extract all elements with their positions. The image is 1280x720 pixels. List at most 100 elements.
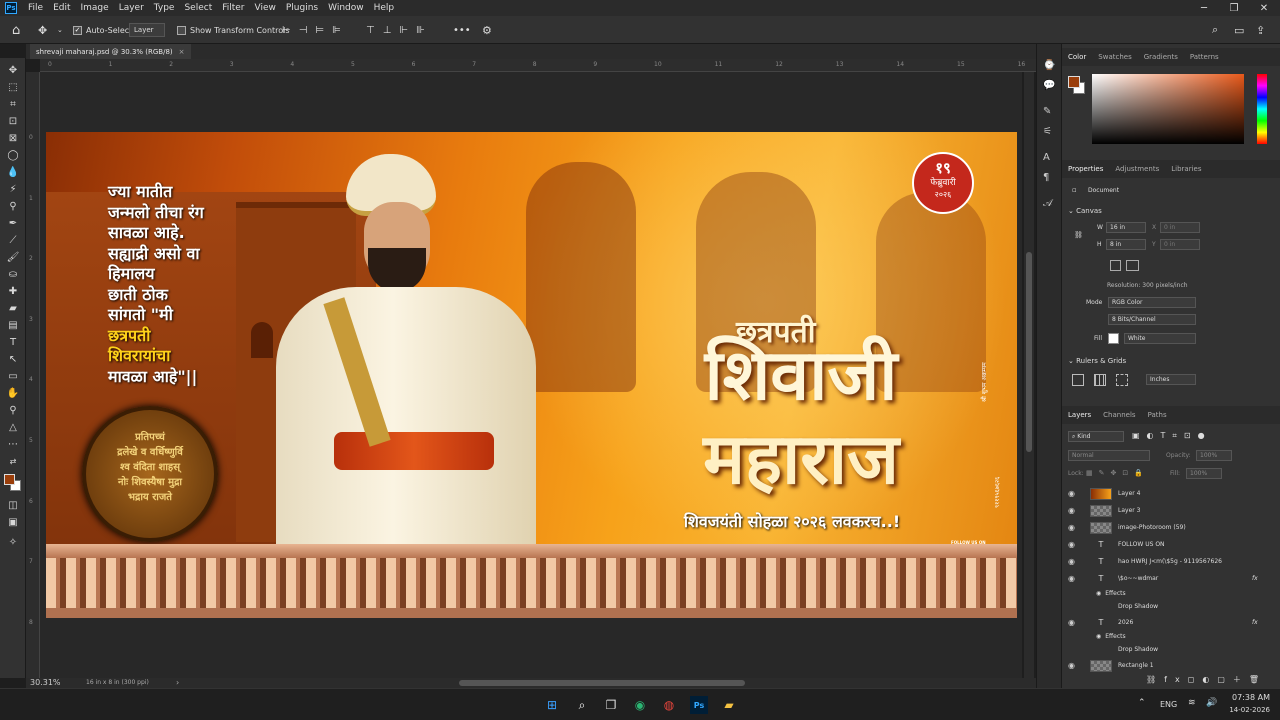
history-icon[interactable]: ⌚ (1043, 60, 1055, 71)
tab-properties[interactable]: Properties (1062, 165, 1109, 173)
zoom-level[interactable]: 30.31% (30, 678, 61, 687)
eyedropper-tool-icon[interactable]: ⟋ (5, 233, 21, 247)
wifi-icon[interactable]: ≋ (1188, 698, 1196, 708)
layer-filter-kind[interactable]: ⌕ Kind (1068, 431, 1124, 442)
foreground-color-swatch[interactable] (4, 474, 15, 485)
layer-row[interactable]: ◉ T FOLLOW US ON (1062, 536, 1272, 553)
align-buttons[interactable]: ⊢⊣⊨⊫ (282, 16, 349, 44)
effects-eye-icon[interactable]: ◉ (1096, 633, 1101, 640)
photoshop-logo[interactable]: Ps (5, 2, 17, 14)
brush-settings-icon[interactable]: ✎ (1043, 106, 1051, 117)
triangle-tool-icon[interactable]: △ (5, 420, 21, 434)
magic-wand-tool-icon[interactable]: ⚡ (5, 182, 21, 196)
tab-paths[interactable]: Paths (1142, 411, 1173, 419)
menu-filter[interactable]: Filter (217, 3, 249, 13)
height-field[interactable]: 8 in (1106, 239, 1146, 250)
clone-stamp-tool-icon[interactable]: ⛀ (5, 267, 21, 281)
status-expand-icon[interactable]: › (176, 678, 179, 687)
tray-chevron-icon[interactable]: ⌃ (1138, 698, 1146, 708)
screen-mode-icon[interactable]: ▣ (5, 515, 21, 529)
rulers-grids-header[interactable]: ⌄ Rulers & Grids (1068, 357, 1126, 365)
menu-file[interactable]: File (23, 3, 48, 13)
eraser-tool-icon[interactable]: ▰ (5, 301, 21, 315)
landscape-icon[interactable] (1126, 260, 1139, 271)
comments-icon[interactable]: 💬 (1043, 80, 1055, 91)
fx-icon[interactable]: fx (1252, 575, 1258, 582)
menu-type[interactable]: Type (149, 3, 180, 13)
menu-help[interactable]: Help (369, 3, 400, 13)
language-indicator[interactable]: ENG (1160, 700, 1177, 709)
pen-tool-icon[interactable]: ✒ (5, 216, 21, 230)
zoom-tool-icon[interactable]: ⚲ (5, 403, 21, 417)
marquee-tool-icon[interactable]: ⬚ (5, 80, 21, 94)
photoshop-taskbar-icon[interactable]: Ps (690, 696, 708, 714)
menu-layer[interactable]: Layer (114, 3, 149, 13)
artwork-canvas[interactable]: ज्या मातीत जन्मलो तीचा रंग सावळा आहे. सह… (46, 132, 1017, 618)
layer-row[interactable]: ◉ Rectangle 1 (1062, 657, 1272, 674)
dodge-tool-icon[interactable]: ⚲ (5, 199, 21, 213)
fill-dropdown[interactable]: White (1124, 333, 1196, 344)
lasso-tool-icon[interactable]: ◯ (5, 148, 21, 162)
foreground-swatch[interactable] (1068, 76, 1080, 88)
opacity-field[interactable]: 100% (1196, 450, 1232, 461)
blend-mode-dropdown[interactable]: Normal (1068, 450, 1150, 461)
menu-plugins[interactable]: Plugins (281, 3, 323, 13)
edge-icon[interactable]: ◉ (631, 696, 649, 714)
tool-preset-chevron-icon[interactable]: ⌄ (57, 16, 63, 44)
vertical-scrollbar[interactable] (1024, 72, 1034, 678)
eye-icon[interactable]: ◉ (1068, 523, 1080, 532)
search-icon[interactable]: ⌕ (1212, 16, 1218, 44)
eye-icon[interactable]: ◉ (1068, 661, 1080, 670)
eye-icon[interactable]: ◉ (1068, 540, 1080, 549)
eye-icon[interactable]: ◉ (1068, 618, 1080, 627)
ruler-toggle-icon[interactable] (1072, 374, 1084, 386)
fill-color-swatch[interactable] (1108, 333, 1119, 344)
restore-icon[interactable]: ❐ (1220, 0, 1248, 16)
color-picker-field[interactable] (1092, 74, 1244, 144)
character-icon[interactable]: A (1043, 152, 1050, 163)
units-dropdown[interactable]: Inches (1146, 374, 1196, 385)
layer-filter-icons[interactable]: ▣◐T⌗⊡● (1132, 431, 1212, 441)
close-tab-icon[interactable]: × (179, 48, 185, 56)
chrome-icon[interactable]: ◍ (660, 696, 678, 714)
tab-channels[interactable]: Channels (1097, 411, 1141, 419)
layer-row[interactable]: ◉ Thao HWRJ J<m(\$5g - 9119567626 (1062, 553, 1272, 570)
adjustments-icon[interactable]: ⚟ (1043, 126, 1052, 137)
share-icon[interactable]: ⇪ (1256, 16, 1265, 44)
bits-dropdown[interactable]: 8 Bits/Channel (1108, 314, 1196, 325)
object-select-tool-icon[interactable]: ⊡ (5, 114, 21, 128)
eye-icon[interactable]: ◉ (1068, 557, 1080, 566)
search-icon[interactable]: ⌕ (573, 696, 591, 714)
more-options-button[interactable]: ••• (453, 16, 471, 44)
healing-brush-tool-icon[interactable]: ✚ (5, 284, 21, 298)
more-tools-icon[interactable]: ⋯ (5, 437, 21, 451)
fill-pct-field[interactable]: 100% (1186, 468, 1222, 479)
clock-date[interactable]: 14-02-2026 (1220, 706, 1270, 714)
layer-row[interactable]: ◉ Layer 3 (1062, 502, 1272, 519)
document-info[interactable]: 16 in x 8 in (300 ppi) (86, 679, 149, 686)
move-tool-icon[interactable]: ✥ (5, 63, 21, 77)
hand-tool-icon[interactable]: ✋ (5, 386, 21, 400)
show-transform-checkbox[interactable]: Show Transform Controls (177, 16, 290, 44)
layer-row[interactable]: ◉ Layer 4 (1062, 485, 1272, 502)
hue-slider[interactable] (1257, 74, 1267, 144)
tab-color[interactable]: Color (1062, 53, 1092, 61)
home-icon[interactable]: ⌂ (12, 16, 20, 44)
menu-view[interactable]: View (250, 3, 281, 13)
task-view-icon[interactable]: ❐ (602, 696, 620, 714)
layer-row[interactable]: ◉ image-Photoroom (59) (1062, 519, 1272, 536)
tab-patterns[interactable]: Patterns (1184, 53, 1225, 61)
volume-icon[interactable]: 🔊 (1206, 698, 1217, 708)
fx-icon[interactable]: fx (1252, 619, 1258, 626)
quick-mask-icon[interactable]: ◫ (5, 498, 21, 512)
y-field[interactable]: 0 in (1160, 239, 1200, 250)
layers-footer-icons[interactable]: ⛓fx◻◐▢＋🗑 (1146, 674, 1267, 685)
generative-icon[interactable]: ✧ (5, 535, 21, 549)
document-tab[interactable]: shrevaji maharaj.psd @ 30.3% (RGB/8) × (30, 44, 191, 59)
layer-effect-row[interactable]: Drop Shadow (1062, 641, 1272, 658)
paragraph-icon[interactable]: ¶ (1043, 172, 1049, 183)
width-field[interactable]: 16 in (1106, 222, 1146, 233)
menu-image[interactable]: Image (76, 3, 114, 13)
tab-adjustments[interactable]: Adjustments (1109, 165, 1165, 173)
menu-window[interactable]: Window (323, 3, 369, 13)
